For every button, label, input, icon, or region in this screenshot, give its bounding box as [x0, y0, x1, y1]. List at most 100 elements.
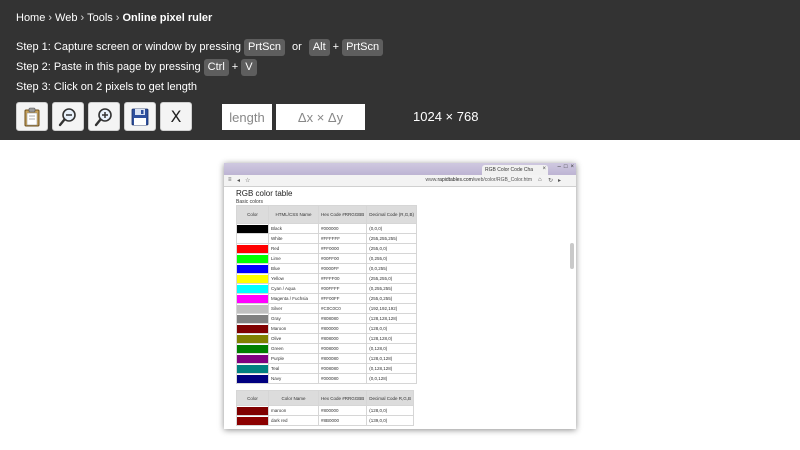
- hex-code: #FF00FF: [317, 293, 368, 304]
- decimal-code: (255,255,255): [366, 233, 418, 244]
- decimal-code: (192,192,192): [366, 303, 418, 314]
- zoom-out-button[interactable]: [52, 102, 84, 131]
- table-row: Green #008000 (0,128,0): [236, 343, 418, 354]
- address-domain: rapidtables.com: [437, 177, 473, 183]
- color-swatch-cell: [236, 273, 269, 284]
- color-swatch: [237, 354, 268, 363]
- save-button[interactable]: [124, 102, 156, 131]
- decimal-code: (0,0,128): [366, 373, 418, 384]
- table-row: maroon #800000 (128,0,0): [236, 405, 415, 416]
- color-name: Blue: [268, 263, 319, 274]
- table-row: Navy #000080 (0,0,128): [236, 373, 418, 384]
- color-swatch: [237, 274, 268, 283]
- address-bar: www.rapidtables.com/web/color/RGB_Color.…: [254, 177, 534, 185]
- maximize-icon: □: [563, 164, 568, 170]
- zoom-in-icon: [94, 107, 112, 126]
- table-header-row: Color Color Name Hex Code #RRGGBB Decima…: [236, 390, 415, 406]
- menu-icon: ≡: [228, 177, 232, 183]
- browser-tab: RGB Color Code Cha ×: [482, 165, 548, 175]
- step-1-or: or: [292, 41, 302, 53]
- color-swatch-cell: [236, 343, 269, 354]
- delta-field[interactable]: Δx × Δy: [276, 104, 365, 130]
- zoom-in-button[interactable]: [88, 102, 120, 131]
- key-v: V: [241, 58, 257, 76]
- breadcrumb-tools[interactable]: Tools: [87, 12, 113, 24]
- window-controls: – □ ×: [558, 164, 574, 170]
- breadcrumb-home[interactable]: Home: [16, 12, 45, 24]
- length-field[interactable]: length: [222, 104, 272, 130]
- table-row: Olive #808000 (128,128,0): [236, 333, 418, 344]
- breadcrumb-web[interactable]: Web: [55, 12, 77, 24]
- color-swatch: [237, 406, 268, 415]
- color-swatch-cell: [236, 283, 269, 294]
- color-name: White: [268, 233, 319, 244]
- zoom-out-icon: [58, 107, 76, 126]
- hex-code: #800080: [317, 353, 368, 364]
- hex-code: #800000: [317, 323, 368, 334]
- step-2-plus: +: [231, 61, 239, 73]
- color-table: Color HTML/CSS Name Hex Code #RRGGBB Dec…: [236, 205, 418, 384]
- color-swatch-cell: [236, 323, 269, 334]
- decimal-code: (255,255,0): [366, 273, 418, 284]
- color-name: Navy: [268, 373, 319, 384]
- color-name: Red: [268, 243, 319, 254]
- color-swatch: [237, 324, 268, 333]
- color-swatch: [237, 294, 268, 303]
- color-swatch-cell: [236, 373, 269, 384]
- color-swatch-cell: [236, 243, 269, 254]
- table-row: Silver #C0C0C0 (192,192,192): [236, 303, 418, 314]
- color-swatch: [237, 254, 268, 263]
- hex-code: #C0C0C0: [317, 303, 368, 314]
- hex-code: #008080: [317, 363, 368, 374]
- paste-button[interactable]: [16, 102, 48, 131]
- color-swatch: [237, 416, 268, 425]
- toolbar: X: [16, 102, 192, 131]
- color-swatch-cell: [236, 233, 269, 244]
- key-prtscn-2: PrtScn: [342, 38, 384, 56]
- hex-code: #8B0000: [317, 415, 368, 426]
- hex-code: #00FF00: [317, 253, 368, 264]
- color-table-2-body: maroon #800000 (128,0,0) dark red #8B0000 (13…: [236, 405, 415, 426]
- clear-button[interactable]: X: [160, 102, 192, 131]
- page-title: RGB color table: [236, 189, 293, 198]
- col-header-hex: Hex Code #RRGGBB: [317, 390, 368, 406]
- color-swatch-cell: [236, 263, 269, 274]
- hex-code: #800000: [317, 405, 368, 416]
- table-row: Purple #800080 (128,0,128): [236, 353, 418, 364]
- table-row: Maroon #800000 (128,0,0): [236, 323, 418, 334]
- step-2-text: Step 2: Paste in this page by pressing: [16, 61, 201, 73]
- clipboard-icon: [24, 107, 40, 126]
- back-icon: ◂: [237, 178, 241, 184]
- decimal-code: (0,128,0): [366, 343, 418, 354]
- table-row: Teal #008080 (0,128,128): [236, 363, 418, 374]
- color-name: Olive: [268, 333, 319, 344]
- color-name: Maroon: [268, 323, 319, 334]
- step-2: Step 2: Paste in this page by pressing C…: [16, 58, 260, 76]
- table-row: Blue #0000FF (0,0,255): [236, 263, 418, 274]
- pasted-screenshot[interactable]: RGB Color Code Cha × – □ × ≡ ◂ ☆ www.rap…: [224, 163, 576, 429]
- reload-icon: ↻: [548, 178, 554, 184]
- color-swatch-cell: [236, 293, 269, 304]
- color-name: Purple: [268, 353, 319, 364]
- table-row: Lime #00FF00 (0,255,0): [236, 253, 418, 264]
- browser-toolbar: ≡ ◂ ☆ www.rapidtables.com/web/color/RGB_…: [224, 175, 576, 187]
- color-swatch: [237, 244, 268, 253]
- color-name: Black: [268, 223, 319, 234]
- hex-code: #FFFF00: [317, 273, 368, 284]
- color-name: Gray: [268, 313, 319, 324]
- color-swatch: [237, 364, 268, 373]
- table-row: White #FFFFFF (255,255,255): [236, 233, 418, 244]
- table-row: Gray #808080 (128,128,128): [236, 313, 418, 324]
- decimal-code: (128,128,128): [366, 313, 418, 324]
- col-header-color: Color: [236, 390, 269, 406]
- color-swatch: [237, 304, 268, 313]
- decimal-code: (128,0,128): [366, 353, 418, 364]
- color-name: Magenta / Fuchsia: [268, 293, 319, 304]
- color-name: Lime: [268, 253, 319, 264]
- instructions-panel: Home › Web › Tools › Online pixel ruler Step 1…: [0, 0, 800, 140]
- image-dimensions: 1024 × 768: [413, 109, 479, 124]
- forward-icon: ▸: [558, 178, 562, 184]
- step-1-text: Step 1: Capture screen or window by pres…: [16, 41, 242, 53]
- color-swatch-cell: [236, 363, 269, 374]
- table-row: Red #FF0000 (255,0,0): [236, 243, 418, 254]
